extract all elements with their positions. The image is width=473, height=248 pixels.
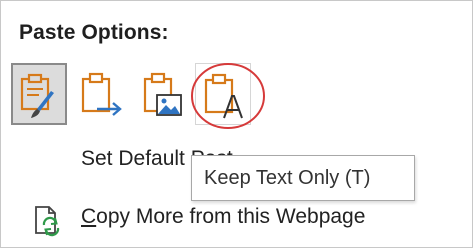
clipboard-picture-icon [143, 72, 182, 116]
merge-formatting-button[interactable] [73, 63, 129, 125]
paste-options-menu: Paste Options: Set Default Past Copy Mor… [0, 0, 473, 248]
copy-more-access-key: C [81, 205, 97, 228]
paste-picture-button[interactable] [133, 63, 189, 125]
paste-options-header: Paste Options: [19, 21, 169, 44]
copy-more-label: Copy More from this Webpage [81, 205, 365, 229]
clipboard-paintbrush-icon [20, 73, 54, 118]
keep-text-only-button[interactable] [195, 63, 251, 125]
copy-more-label-rest: opy More from this Webpage [96, 205, 366, 228]
clipboard-arrow-icon [81, 72, 122, 116]
clipboard-text-icon [204, 73, 243, 119]
page-refresh-icon [35, 206, 60, 237]
tooltip-text: Keep Text Only (T) [204, 167, 371, 189]
copy-more-from-webpage-item[interactable]: Copy More from this Webpage [1, 195, 473, 243]
keep-text-only-tooltip: Keep Text Only (T) [191, 155, 415, 201]
keep-source-formatting-button[interactable] [11, 63, 67, 125]
